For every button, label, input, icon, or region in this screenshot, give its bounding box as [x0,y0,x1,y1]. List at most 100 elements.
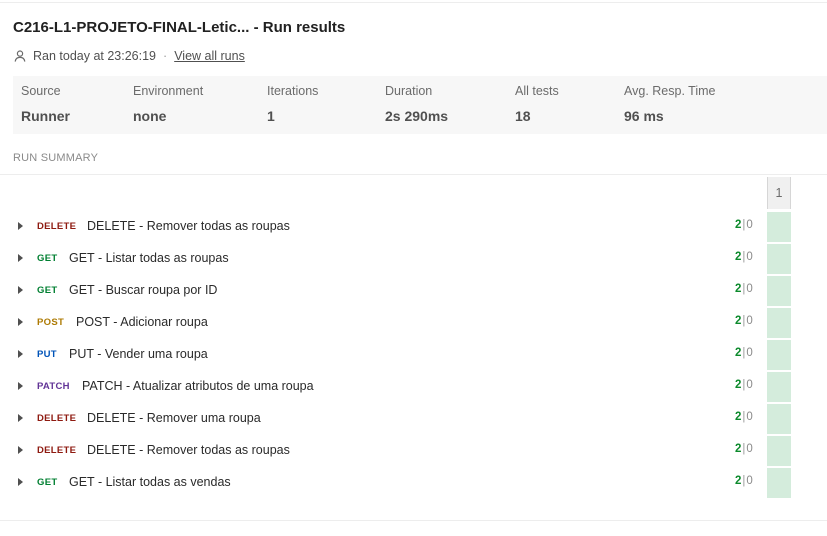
expand-caret-icon[interactable] [18,446,23,454]
request-row[interactable]: DELETE DELETE - Remover todas as roupas 2|… [0,211,827,243]
top-divider [0,2,827,3]
stat-value: 96 ms [624,108,664,124]
passed-count: 2 [735,411,742,423]
stat-value: Runner [21,108,70,124]
count-separator: | [742,251,746,263]
iteration-result-cell[interactable] [767,244,791,274]
failed-count: 0 [746,315,753,327]
failed-count: 0 [746,251,753,263]
http-method-badge: DELETE [37,413,77,424]
count-separator: | [742,283,746,295]
stat-label: Avg. Resp. Time [624,84,716,98]
iteration-result-cell[interactable] [767,276,791,306]
expand-caret-icon[interactable] [18,350,23,358]
passed-count: 2 [735,379,742,391]
stat-value: 2s 290ms [385,108,449,124]
count-separator: | [742,347,746,359]
view-all-runs-link[interactable]: View all runs [174,49,245,63]
user-icon [13,49,27,63]
request-row[interactable]: POST POST - Adicionar roupa 2|0 [0,307,827,339]
count-separator: | [742,411,746,423]
request-name[interactable]: PATCH - Atualizar atributos de uma roupa [82,379,314,393]
test-counts: 2|0 [735,219,753,231]
stat-avg-resp-time: Avg. Resp. Time 96 ms [624,84,715,124]
http-method-badge: PATCH [37,381,70,392]
stat-duration: Duration 2s 290ms [385,84,448,124]
stat-source: Source Runner [21,84,70,124]
page-title: C216-L1-PROJETO-FINAL-Letic... - Run res… [13,19,346,36]
expand-caret-icon[interactable] [18,222,23,230]
request-row[interactable]: DELETE DELETE - Remover todas as roupas 2|… [0,435,827,467]
iteration-result-cell[interactable] [767,372,791,402]
test-counts: 2|0 [735,411,753,423]
http-method-badge: DELETE [37,445,77,456]
stat-label: Source [21,84,61,98]
http-method-badge: GET [37,285,58,296]
iteration-column-header: 1 [767,177,791,209]
test-counts: 2|0 [735,443,753,455]
stat-value: none [133,108,167,124]
failed-count: 0 [746,475,753,487]
test-counts: 2|0 [735,475,753,487]
request-row[interactable]: GET GET - Listar todas as roupas 2|0 [0,243,827,275]
iteration-result-cell[interactable] [767,340,791,370]
failed-count: 0 [746,411,753,423]
expand-caret-icon[interactable] [18,414,23,422]
request-row[interactable]: GET GET - Listar todas as vendas 2|0 [0,467,827,499]
count-separator: | [742,443,746,455]
count-separator: | [742,315,746,327]
request-name[interactable]: DELETE - Remover todas as roupas [87,219,290,233]
request-row[interactable]: PATCH PATCH - Atualizar atributos de uma … [0,371,827,403]
passed-count: 2 [735,219,742,231]
expand-caret-icon[interactable] [18,286,23,294]
iteration-result-cell[interactable] [767,436,791,466]
request-row[interactable]: GET GET - Buscar roupa por ID 2|0 [0,275,827,307]
stat-value: 1 [267,108,275,124]
passed-count: 2 [735,443,742,455]
stat-label: Environment [133,84,204,98]
request-row[interactable]: PUT PUT - Vender uma roupa 2|0 [0,339,827,371]
run-info: Ran today at 23:26:19 · View all runs [13,48,245,64]
expand-caret-icon[interactable] [18,318,23,326]
expand-caret-icon[interactable] [18,254,23,262]
ran-timestamp: Ran today at 23:26:19 [33,49,157,63]
failed-count: 0 [746,379,753,391]
http-method-badge: GET [37,477,58,488]
test-counts: 2|0 [735,379,753,391]
count-separator: | [742,219,746,231]
request-name[interactable]: DELETE - Remover uma roupa [87,411,261,425]
test-counts: 2|0 [735,251,753,263]
iteration-result-cell[interactable] [767,308,791,338]
request-name[interactable]: POST - Adicionar roupa [76,315,208,329]
request-name[interactable]: GET - Listar todas as vendas [69,475,231,489]
passed-count: 2 [735,315,742,327]
failed-count: 0 [746,219,753,231]
section-divider [0,174,827,175]
iteration-result-cell[interactable] [767,404,791,434]
request-name[interactable]: PUT - Vender uma roupa [69,347,208,361]
test-counts: 2|0 [735,347,753,359]
expand-caret-icon[interactable] [18,478,23,486]
stat-label: Iterations [267,84,319,98]
request-name[interactable]: GET - Buscar roupa por ID [69,283,217,297]
http-method-badge: GET [37,253,58,264]
request-row[interactable]: DELETE DELETE - Remover uma roupa 2|0 [0,403,827,435]
request-name[interactable]: GET - Listar todas as roupas [69,251,229,265]
test-counts: 2|0 [735,315,753,327]
iteration-result-cell[interactable] [767,468,791,498]
test-counts: 2|0 [735,283,753,295]
run-summary-heading: RUN SUMMARY [13,152,99,164]
request-name[interactable]: DELETE - Remover todas as roupas [87,443,290,457]
stat-value: 18 [515,108,531,124]
http-method-badge: PUT [37,349,57,360]
passed-count: 2 [735,475,742,487]
bottom-divider [0,520,827,521]
http-method-badge: DELETE [37,221,77,232]
passed-count: 2 [735,347,742,359]
expand-caret-icon[interactable] [18,382,23,390]
passed-count: 2 [735,251,742,263]
stat-environment: Environment none [133,84,203,124]
iteration-result-cell[interactable] [767,212,791,242]
http-method-badge: POST [37,317,65,328]
count-separator: | [742,379,746,391]
